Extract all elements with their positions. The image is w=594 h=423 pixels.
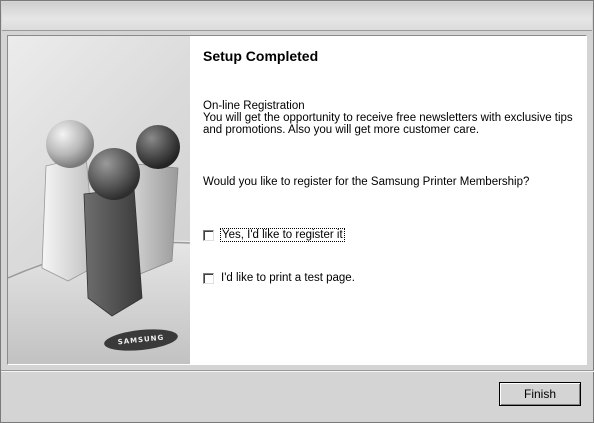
registration-line-1: You will get the opportunity to receive … (203, 112, 573, 124)
finish-button[interactable]: Finish (499, 382, 581, 406)
register-checkbox-row[interactable]: Yes, I'd like to register it (203, 228, 345, 242)
side-panel: SAMSUNG (8, 36, 190, 364)
test-page-checkbox-label[interactable]: I'd like to print a test page. (221, 272, 355, 284)
register-checkbox-label[interactable]: Yes, I'd like to register it (220, 228, 345, 242)
title-bar (2, 2, 592, 31)
people-graphic (8, 120, 190, 364)
footer-divider (1, 370, 594, 372)
register-checkbox[interactable] (203, 229, 214, 241)
test-page-checkbox[interactable] (203, 272, 214, 284)
page-title: Setup Completed (203, 48, 319, 64)
test-page-checkbox-row[interactable]: I'd like to print a test page. (203, 272, 355, 284)
setup-window: SAMSUNG Setup Completed On-line Registra… (0, 0, 594, 423)
membership-question: Would you like to register for the Samsu… (203, 176, 530, 188)
registration-text: On-line Registration You will get the op… (203, 100, 578, 136)
main-panel: Setup Completed On-line Registration You… (203, 36, 586, 364)
registration-line-2: and promotions. Also you will get more c… (203, 124, 480, 136)
content-area: SAMSUNG Setup Completed On-line Registra… (7, 35, 587, 365)
registration-heading: On-line Registration (203, 100, 305, 112)
